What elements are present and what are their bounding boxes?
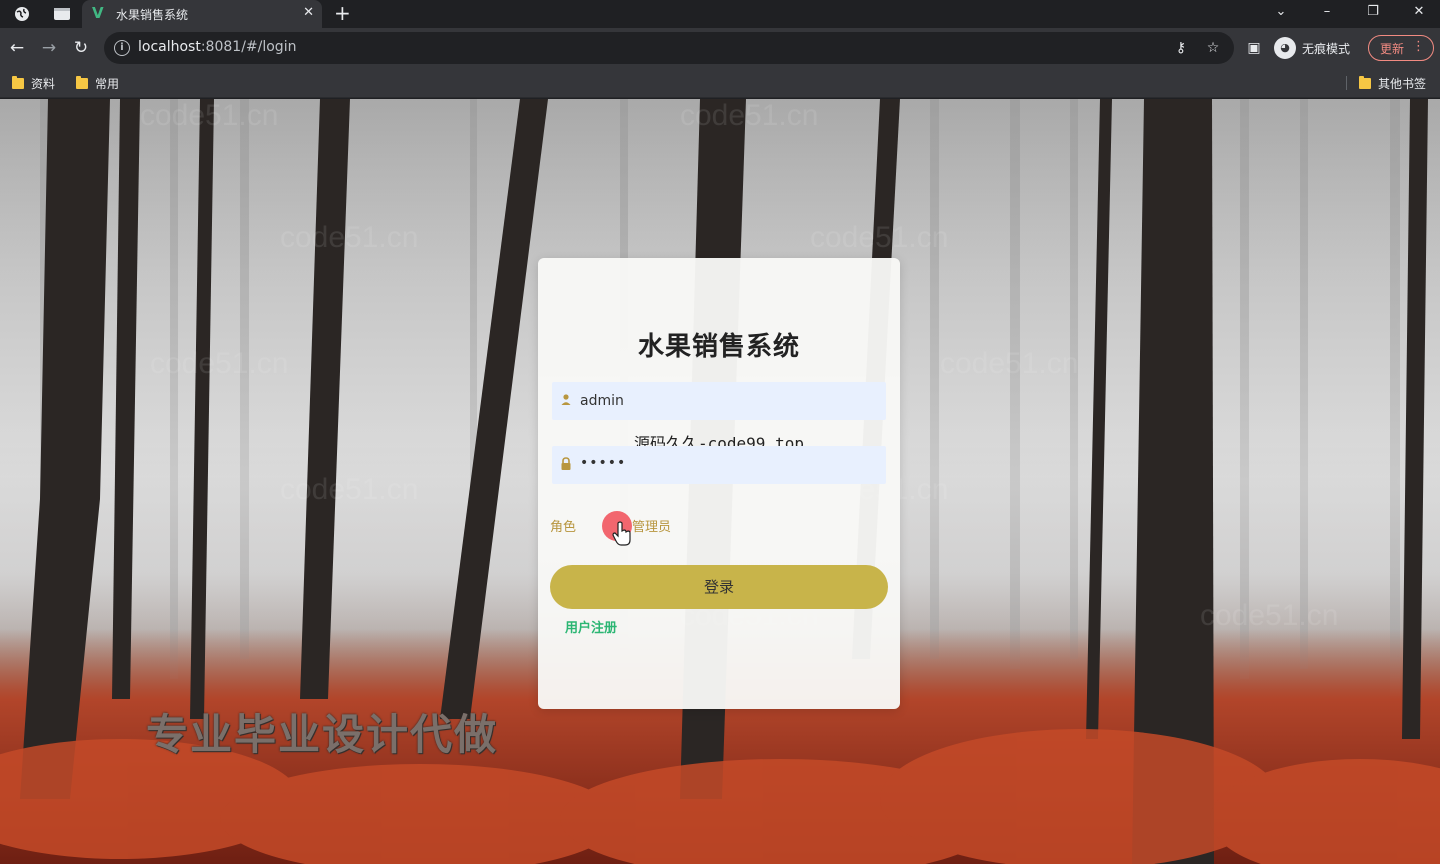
- page-title: 水果销售系统: [637, 332, 800, 362]
- tab-overview-icon[interactable]: [52, 4, 72, 24]
- key-icon[interactable]: ⚷: [1172, 39, 1190, 57]
- incognito-icon: ◕: [1274, 37, 1296, 59]
- watermark-text: code51.cn: [680, 99, 819, 132]
- page-viewport: code51.cn code51.cn code51.cn code51.cn …: [0, 99, 1440, 864]
- password-value: •••••: [580, 455, 627, 471]
- vue-logo-icon: V: [92, 4, 104, 22]
- watermark-text: code51.cn: [280, 221, 419, 254]
- forward-icon[interactable]: →: [38, 37, 60, 59]
- update-label: 更新: [1380, 41, 1405, 56]
- back-icon[interactable]: ←: [6, 37, 28, 59]
- other-bookmarks-folder[interactable]: 其他书签: [1359, 74, 1426, 92]
- bookmark-label: 资料: [31, 76, 56, 91]
- folder-icon: [12, 75, 24, 89]
- tab-title: 水果销售系统: [116, 8, 189, 22]
- minimize-icon[interactable]: –: [1314, 2, 1340, 22]
- watermark-text: code51.cn: [140, 99, 279, 132]
- watermark-text: code51.cn: [940, 347, 1079, 380]
- other-bookmarks-label: 其他书签: [1378, 76, 1427, 91]
- username-value: admin: [580, 393, 624, 409]
- role-option-admin[interactable]: 管理员: [632, 516, 671, 535]
- side-panel-icon[interactable]: ▣: [1244, 38, 1264, 58]
- login-card: 水果销售系统 admin 源码久久-code99.top ••••• 角色 管理…: [538, 258, 900, 709]
- watermark-text: code51.cn: [150, 347, 289, 380]
- watermark-text: code51.cn: [280, 473, 419, 506]
- new-tab-button[interactable]: +: [334, 3, 351, 23]
- more-icon: ⋮: [1412, 39, 1425, 54]
- address-bar[interactable]: i localhost:8081/#/login ⚷ ☆: [104, 32, 1234, 64]
- tab-active[interactable]: V 水果销售系统 ✕: [82, 0, 322, 28]
- bookmark-folder[interactable]: 资料: [12, 74, 55, 92]
- bookmarks-bar: 资料 常用 其他书签: [0, 68, 1440, 98]
- browser-toolbar: ← → ↻ i localhost:8081/#/login ⚷ ☆ ▣ ◕ 无…: [0, 28, 1440, 68]
- bookmark-folder[interactable]: 常用: [76, 74, 119, 92]
- restore-icon[interactable]: ❐: [1360, 2, 1386, 22]
- user-icon: [561, 394, 571, 405]
- watermark-text: code51.cn: [810, 221, 949, 254]
- window-close-icon[interactable]: ✕: [1406, 2, 1432, 22]
- folder-icon: [1359, 75, 1371, 89]
- login-button[interactable]: 登录: [550, 565, 888, 609]
- url-text[interactable]: localhost:8081/#/login: [138, 39, 296, 55]
- tab-strip: V 水果销售系统 ✕ + ⌄ – ❐ ✕: [0, 0, 1440, 28]
- bookmark-divider: [1346, 76, 1347, 90]
- update-button[interactable]: 更新 ⋮: [1368, 35, 1434, 61]
- close-icon[interactable]: ✕: [303, 5, 314, 21]
- incognito-label: 无痕模式: [1302, 41, 1351, 56]
- lock-icon: [561, 457, 571, 470]
- advertisement-text: 专业毕业设计代做: [146, 710, 499, 759]
- role-label: 角色: [550, 520, 577, 535]
- password-field[interactable]: •••••: [552, 446, 886, 484]
- username-field[interactable]: admin: [552, 382, 886, 420]
- register-link[interactable]: 用户注册: [565, 617, 617, 636]
- incognito-indicator[interactable]: ◕ 无痕模式: [1274, 36, 1350, 60]
- bookmark-label: 常用: [95, 76, 120, 91]
- globe-icon[interactable]: [12, 4, 32, 24]
- star-icon[interactable]: ☆: [1204, 39, 1222, 57]
- folder-icon: [76, 75, 88, 89]
- hand-cursor-icon: [612, 521, 631, 546]
- site-info-icon[interactable]: i: [114, 40, 130, 56]
- watermark-text: code51.cn: [1200, 599, 1339, 632]
- reload-icon[interactable]: ↻: [70, 37, 92, 59]
- chevron-down-icon[interactable]: ⌄: [1268, 2, 1294, 22]
